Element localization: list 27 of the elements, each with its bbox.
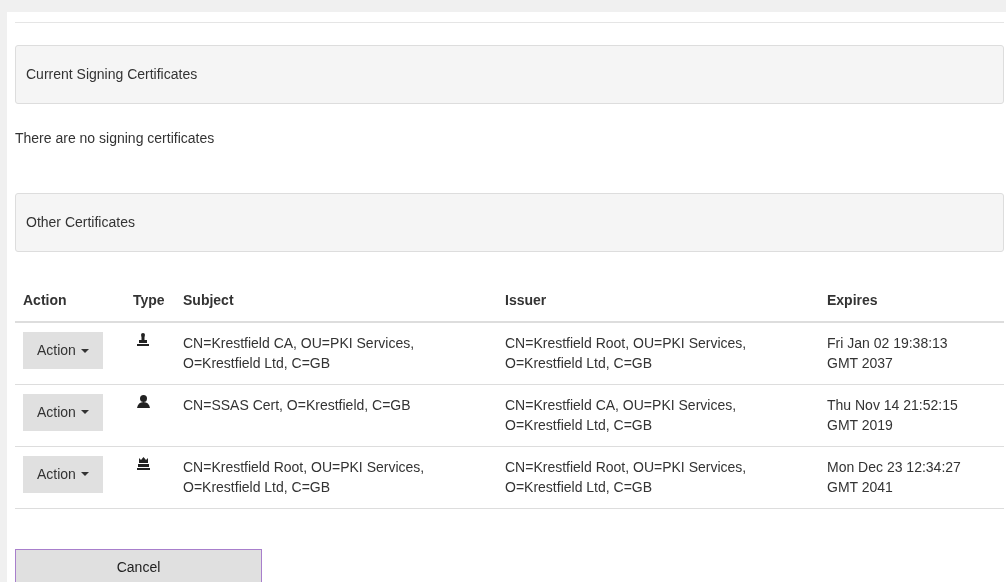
expires-cell: Mon Dec 23 12:34:27 GMT 2041 — [827, 458, 961, 495]
issuer-cell: CN=Krestfield Root, OU=PKI Services, O=Krestfield Ltd, C=GB — [505, 335, 747, 371]
stamp-icon — [137, 333, 149, 346]
caret-icon — [80, 348, 89, 353]
action-dropdown-button[interactable]: Action — [23, 393, 103, 431]
expires-cell: Thu Nov 14 21:52:15 GMT 2019 — [827, 396, 958, 433]
issuer-cell: CN=Krestfield CA, OU=PKI Services, O=Krestfield Ltd, C=GB — [505, 396, 737, 433]
action-dropdown-button[interactable]: Action — [23, 332, 103, 369]
expires-cell: Fri Jan 02 19:38:13 GMT 2037 — [827, 335, 948, 371]
subject-cell: CN=Krestfield Root, OU=PKI Services, O=Krestfield Ltd, C=GB — [183, 458, 425, 495]
column-header: Issuer — [497, 280, 819, 322]
section-title: Other Certificates — [26, 213, 135, 232]
subject-cell: CN=SSAS Cert, O=Krestfield, C=GB — [183, 396, 411, 413]
crown-stamp-icon — [137, 456, 150, 470]
empty-message: There are no signing certificates — [15, 129, 216, 148]
action-dropdown-button[interactable]: Action — [23, 455, 103, 493]
subject-cell: CN=Krestfield CA, OU=PKI Services, O=Krestfield Ltd, C=GB — [183, 335, 415, 371]
column-header: Subject — [175, 280, 497, 322]
issuer-cell: CN=Krestfield Root, OU=PKI Services, O=Krestfield Ltd, C=GB — [505, 458, 747, 495]
caret-icon — [80, 410, 89, 414]
section-title: Current Signing Certificates — [26, 65, 198, 84]
cancel-button[interactable]: Cancel — [15, 548, 262, 582]
column-header: Expires — [819, 280, 1004, 322]
caret-icon — [80, 472, 89, 476]
column-header: Type — [125, 280, 175, 322]
user-icon — [137, 394, 150, 408]
column-header: Action — [15, 280, 125, 322]
